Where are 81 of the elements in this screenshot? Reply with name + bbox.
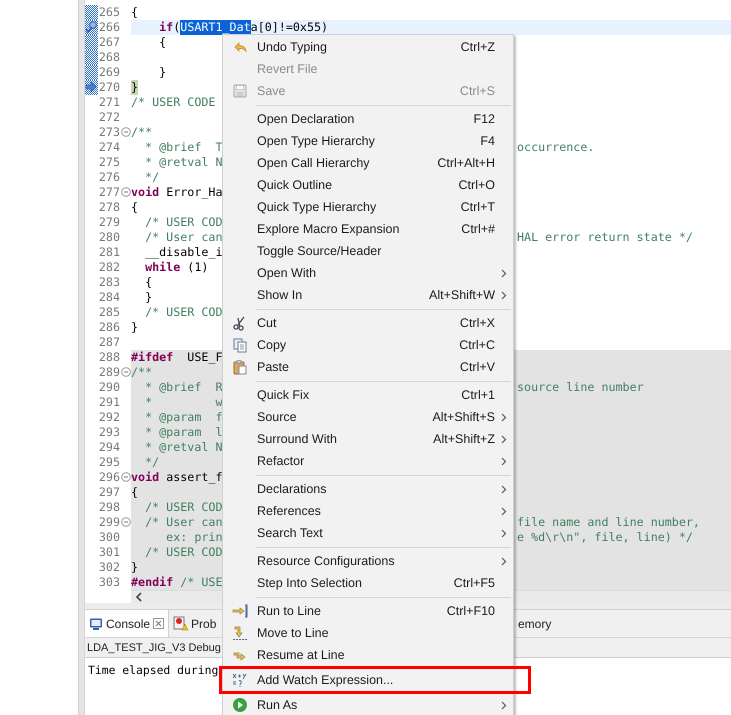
- line-number: 298: [98, 500, 120, 514]
- line-number: 290: [98, 380, 120, 394]
- line-number: 288: [98, 350, 120, 364]
- console-output: Time elapsed during: [88, 663, 218, 677]
- code-line: /* USER COD: [144, 544, 222, 560]
- line-number: 296: [98, 470, 120, 484]
- line-number: 279: [98, 214, 120, 230]
- line-number: 297: [98, 484, 120, 500]
- line-number: 276: [98, 170, 120, 184]
- line-number: 303: [98, 574, 120, 590]
- code-line: /* User can: [144, 230, 222, 244]
- code-line: * @brief R: [144, 380, 222, 394]
- code-line: void assert_f: [131, 470, 222, 484]
- line-number: 286: [98, 320, 120, 334]
- code-line: #endif /* USE: [131, 574, 222, 590]
- code-line: }: [131, 560, 138, 574]
- code-line: file name and line number,: [516, 514, 701, 530]
- code-line: /**: [131, 124, 152, 140]
- code-line: {: [158, 34, 166, 50]
- line-number: 271: [98, 94, 120, 110]
- line-number: 272: [98, 110, 120, 124]
- line-number: 270: [98, 80, 120, 94]
- code-line: /* USER CODE: [131, 94, 216, 110]
- code-line: */: [144, 170, 160, 184]
- line-number: 284: [98, 290, 120, 304]
- line-number: 291: [98, 394, 120, 410]
- code-line: if(USART1_Data[0]!=0x55): [158, 20, 328, 34]
- line-number: 301: [98, 544, 120, 560]
- line-number: 277: [98, 184, 120, 200]
- code-line: * @retval N: [144, 440, 222, 454]
- code-line: {: [131, 4, 138, 20]
- line-number: 299: [98, 514, 120, 530]
- code-line: ex: prin: [165, 530, 222, 544]
- code-line: {: [144, 274, 152, 290]
- line-number: 266: [98, 20, 120, 34]
- code-line: * @retval N: [144, 154, 222, 170]
- line-number: 278: [98, 200, 120, 214]
- code-line: __disable_i: [144, 244, 222, 260]
- line-number: 274: [98, 140, 120, 154]
- console-title: LDA_TEST_JIG_V3 Debug: [87, 642, 221, 654]
- code-line: /* User can: [144, 514, 222, 530]
- line-number: 265: [98, 4, 120, 20]
- code-line: #ifdef USE_F: [131, 350, 222, 364]
- code-line: e %d\r\n", file, line) */: [516, 530, 694, 544]
- code-line: * @param f: [144, 410, 222, 424]
- line-number: 293: [98, 424, 120, 440]
- code-line: * @param l: [144, 424, 222, 440]
- code-line: source line number: [516, 380, 645, 394]
- line-number: 302: [98, 560, 120, 574]
- line-number: 269: [98, 64, 120, 80]
- line-number: 268: [98, 50, 120, 64]
- line-number: 275: [98, 154, 120, 170]
- code-line: }: [144, 290, 152, 304]
- code-line: while (1): [144, 260, 208, 274]
- code-line: /* USER COD: [144, 214, 222, 230]
- code-line: * @brief T: [144, 140, 222, 154]
- code-line: */: [144, 454, 160, 470]
- line-number: 282: [98, 260, 120, 274]
- code-line: * w: [144, 394, 222, 410]
- line-number: 289: [98, 364, 120, 380]
- line-number: 281: [98, 244, 120, 260]
- code-line: /**: [131, 364, 152, 380]
- code-line: HAL error return state */: [516, 230, 694, 244]
- line-number: 273: [98, 124, 120, 140]
- line-number: 283: [98, 274, 120, 290]
- line-number: 287: [98, 334, 120, 350]
- code-line: {: [131, 200, 138, 214]
- line-number: 280: [98, 230, 120, 244]
- code-line: }: [158, 64, 166, 80]
- line-number: 295: [98, 454, 120, 470]
- code-line: }: [131, 320, 138, 334]
- line-number: 300: [98, 530, 120, 544]
- code-line: {: [131, 484, 138, 500]
- line-number: 292: [98, 410, 120, 424]
- line-number: 285: [98, 304, 120, 320]
- code-line: occurrence.: [516, 140, 596, 154]
- code-line: /* USER COD: [144, 304, 222, 320]
- code-line: /* USER COD: [144, 500, 222, 514]
- code-line: void Error_Ha: [131, 184, 222, 200]
- line-number: 267: [98, 34, 120, 50]
- line-number: 294: [98, 440, 120, 454]
